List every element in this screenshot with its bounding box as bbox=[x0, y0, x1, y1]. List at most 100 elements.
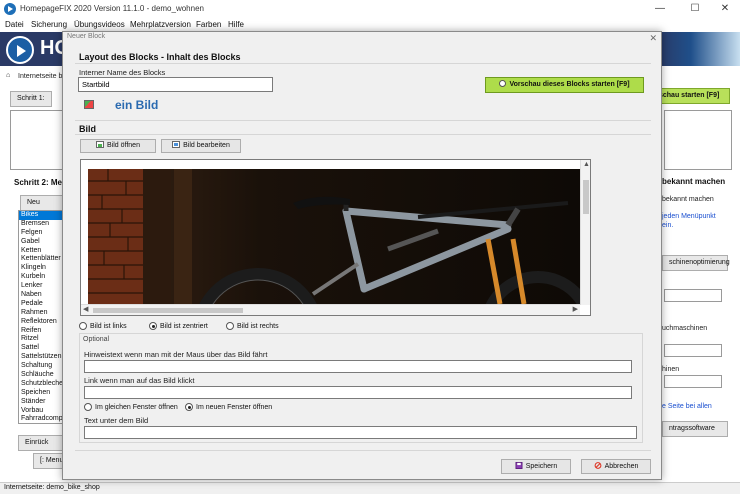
list-item[interactable]: Rahmen bbox=[19, 309, 63, 318]
new-window-radio[interactable]: Im neuen Fenster öffnen bbox=[185, 403, 272, 411]
app-icon bbox=[4, 3, 16, 15]
cancel-button[interactable]: Abbrechen bbox=[581, 459, 651, 474]
same-window-radio[interactable]: Im gleichen Fenster öffnen bbox=[84, 403, 178, 411]
close-button[interactable]: ✕ bbox=[715, 2, 735, 16]
list-item[interactable]: Reifen bbox=[19, 327, 63, 336]
block-name-label: Interner Name des Blocks bbox=[79, 68, 166, 77]
preview-block-label: Vorschau dieses Blocks starten [F9] bbox=[509, 81, 630, 88]
open-image-icon bbox=[96, 141, 105, 148]
einrueck-button[interactable]: Einrück bbox=[18, 435, 64, 451]
vertical-scroll-thumb[interactable] bbox=[583, 180, 589, 214]
link-input[interactable] bbox=[84, 386, 632, 399]
dialog-title: Neuer Block bbox=[67, 33, 106, 40]
list-item[interactable]: Ständer bbox=[19, 398, 63, 407]
right-input-3[interactable] bbox=[664, 375, 722, 388]
list-item[interactable]: Felgen bbox=[19, 229, 63, 238]
list-item[interactable]: Ketten bbox=[19, 247, 63, 256]
scroll-right-icon[interactable]: ▶ bbox=[573, 305, 578, 315]
list-item[interactable]: Naben bbox=[19, 291, 63, 300]
list-item[interactable]: Schaltung bbox=[19, 362, 63, 371]
menu-sicherung[interactable]: Sicherung bbox=[31, 20, 67, 29]
right-seite-link[interactable]: e Seite bei allen bbox=[662, 403, 712, 410]
right-hinen-label: hinen bbox=[662, 366, 680, 373]
bike-photo-drawing bbox=[88, 169, 580, 304]
background-panel bbox=[10, 110, 64, 170]
main-titlebar: HomepageFIX 2020 Version 11.1.0 - demo_w… bbox=[0, 0, 740, 18]
save-button[interactable]: Speichern bbox=[501, 459, 571, 474]
list-item[interactable]: Ritzel bbox=[19, 335, 63, 344]
menubar: Datei Sicherung Übungsvideos Mehrplatzve… bbox=[0, 18, 740, 32]
right-ein-link[interactable]: ein. bbox=[662, 222, 673, 229]
list-item[interactable]: Vorbau bbox=[19, 407, 63, 416]
block-type-label: ein Bild bbox=[115, 98, 159, 112]
right-suchmaschinen-label: uchmaschinen bbox=[662, 325, 708, 332]
background-preview-button[interactable]: schau starten [F9] bbox=[654, 88, 730, 104]
maximize-button[interactable]: ☐ bbox=[685, 2, 705, 16]
menu-button[interactable]: [: Menu bbox=[33, 453, 64, 469]
right-input-2[interactable] bbox=[664, 344, 722, 357]
cancel-icon bbox=[594, 462, 601, 469]
edit-image-button[interactable]: Bild bearbeiten bbox=[161, 139, 241, 153]
menu-hilfe[interactable]: Hilfe bbox=[228, 20, 244, 29]
schritt1-button[interactable]: Schritt 1: bbox=[10, 91, 52, 107]
eintragssoftware-button[interactable]: ntragssoftware bbox=[662, 421, 728, 437]
menu-farben[interactable]: Farben bbox=[196, 20, 221, 29]
divider bbox=[75, 450, 651, 451]
menu-datei[interactable]: Datei bbox=[5, 20, 24, 29]
list-item[interactable]: Bremsen bbox=[19, 220, 63, 229]
right-input-1[interactable] bbox=[664, 289, 722, 302]
section-bild-title: Bild bbox=[79, 124, 96, 134]
neu-button[interactable]: Neu bbox=[20, 195, 64, 211]
list-item[interactable]: Pedale bbox=[19, 300, 63, 309]
list-item[interactable]: Gabel bbox=[19, 238, 63, 247]
minimize-button[interactable]: — bbox=[650, 2, 670, 16]
list-item[interactable]: Lenker bbox=[19, 282, 63, 291]
preview-block-button[interactable]: Vorschau dieses Blocks starten [F9] bbox=[485, 77, 644, 93]
nav-forward-icon[interactable] bbox=[6, 36, 34, 64]
list-item[interactable]: Fahrradcompu bbox=[19, 415, 63, 423]
right-menuepunkt-link[interactable]: jeden Menüpunkt bbox=[662, 213, 716, 220]
list-item[interactable]: Kettenblätter bbox=[19, 255, 63, 264]
save-label: Speichern bbox=[525, 463, 558, 470]
hover-text-input[interactable] bbox=[84, 360, 632, 373]
list-item[interactable]: Schutzbleche bbox=[19, 380, 63, 389]
dialog-close-icon[interactable]: ✕ bbox=[649, 33, 657, 44]
list-item[interactable]: Sattel bbox=[19, 344, 63, 353]
open-image-button[interactable]: Bild öffnen bbox=[80, 139, 156, 153]
edit-image-icon bbox=[172, 141, 181, 148]
list-item[interactable]: Bikes bbox=[19, 211, 63, 220]
list-item[interactable]: Schläuche bbox=[19, 371, 63, 380]
edit-image-label: Bild bearbeiten bbox=[183, 142, 230, 149]
category-list[interactable]: Bikes Bremsen Felgen Gabel Ketten Kettenblätt… bbox=[18, 210, 64, 424]
home-icon: ⌂ bbox=[6, 72, 11, 79]
list-item[interactable]: Klingeln bbox=[19, 264, 63, 273]
image-vertical-scrollbar[interactable]: ▲ bbox=[580, 160, 590, 305]
scroll-up-icon[interactable]: ▲ bbox=[583, 160, 590, 170]
divider bbox=[75, 134, 651, 135]
suchmaschinenoptimierung-button[interactable]: schinenoptimierung bbox=[662, 255, 730, 271]
radio-circle bbox=[185, 403, 193, 411]
optional-label: Optional bbox=[83, 336, 110, 343]
list-item[interactable]: Sattelstützen bbox=[19, 353, 63, 362]
scroll-left-icon[interactable]: ◀ bbox=[83, 305, 88, 315]
block-name-input[interactable] bbox=[78, 77, 273, 92]
horizontal-scroll-thumb[interactable] bbox=[93, 308, 243, 313]
schritt2-label: Schritt 2: Me bbox=[14, 178, 63, 187]
align-right-label: Bild ist rechts bbox=[237, 322, 279, 330]
menu-uebungsvideos[interactable]: Übungsvideos bbox=[74, 20, 125, 29]
align-center-radio[interactable]: Bild ist zentriert bbox=[149, 322, 208, 330]
image-horizontal-scrollbar[interactable]: ◀ ▶ bbox=[81, 304, 580, 315]
link-label: Link wenn man auf das Bild klickt bbox=[84, 376, 195, 385]
menu-mehrplatzversion[interactable]: Mehrplatzversion bbox=[130, 20, 191, 29]
image-preview-frame: ▲ ◀ ▶ bbox=[80, 159, 591, 316]
align-right-radio[interactable]: Bild ist rechts bbox=[226, 322, 279, 330]
window-title: HomepageFIX 2020 Version 11.1.0 - demo_w… bbox=[20, 4, 204, 13]
align-left-radio[interactable]: Bild ist links bbox=[79, 322, 127, 330]
hover-text-label: Hinweistext wenn man mit der Maus über d… bbox=[84, 350, 268, 359]
list-item[interactable]: Kurbeln bbox=[19, 273, 63, 282]
list-item[interactable]: Speichen bbox=[19, 389, 63, 398]
list-item[interactable]: Reflektoren bbox=[19, 318, 63, 327]
image-icon bbox=[84, 100, 94, 109]
dialog-titlebar: Neuer Block ✕ bbox=[63, 32, 661, 44]
caption-input[interactable] bbox=[84, 426, 637, 439]
